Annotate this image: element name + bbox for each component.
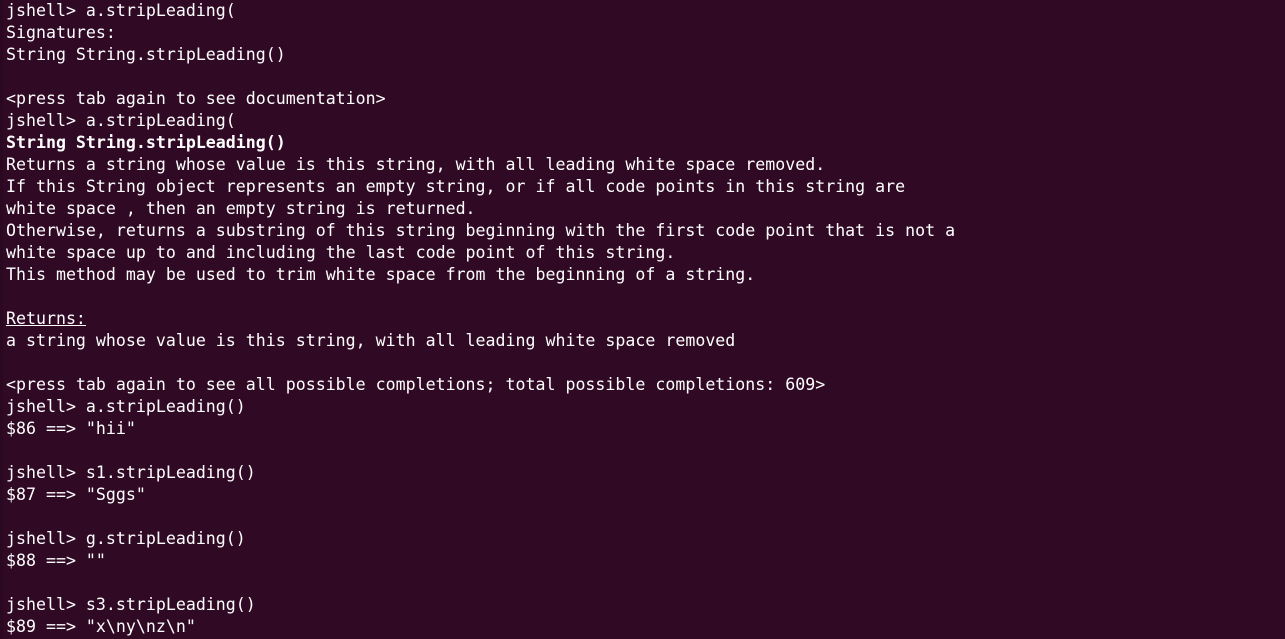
terminal-line-text: jshell> s3.stripLeading() xyxy=(6,595,256,614)
terminal-line: String String.stripLeading() xyxy=(6,132,1285,154)
terminal-line: Otherwise, returns a substring of this s… xyxy=(6,220,1285,242)
terminal-line: jshell> a.stripLeading( xyxy=(6,110,1285,132)
terminal-line: <press tab again to see documentation> xyxy=(6,88,1285,110)
terminal-line: jshell> a.stripLeading( xyxy=(6,0,1285,22)
terminal-line-text: jshell> a.stripLeading( xyxy=(6,1,236,20)
terminal-line-text: String String.stripLeading() xyxy=(6,133,286,152)
terminal-line: $88 ==> "" xyxy=(6,550,1285,572)
terminal-line: white space up to and including the last… xyxy=(6,242,1285,264)
terminal-window[interactable]: jshell> a.stripLeading( Signatures: String… xyxy=(0,0,1285,639)
terminal-line-text: Signatures: xyxy=(6,23,116,42)
terminal-line-text: $88 ==> "" xyxy=(6,551,106,570)
terminal-line: If this String object represents an empt… xyxy=(6,176,1285,198)
terminal-line: Signatures: xyxy=(6,22,1285,44)
terminal-line: a string whose value is this string, wit… xyxy=(6,330,1285,352)
terminal-line-text: white space up to and including the last… xyxy=(6,243,676,262)
terminal-line: <press tab again to see all possible com… xyxy=(6,374,1285,396)
terminal-line-text: $89 ==> "x\ny\nz\n" xyxy=(6,617,196,636)
terminal-line: jshell> s3.stripLeading() xyxy=(6,594,1285,616)
terminal-line: $89 ==> "x\ny\nz\n" xyxy=(6,616,1285,638)
terminal-line: Returns a string whose value is this str… xyxy=(6,154,1285,176)
terminal-line: white space , then an empty string is re… xyxy=(6,198,1285,220)
terminal-line-text: <press tab again to see all possible com… xyxy=(6,375,826,394)
terminal-line: Returns: xyxy=(6,308,1285,330)
terminal-line-text: white space , then an empty string is re… xyxy=(6,199,476,218)
terminal-line-text: jshell> g.stripLeading() xyxy=(6,529,246,548)
terminal-line: jshell> g.stripLeading() xyxy=(6,528,1285,550)
terminal-line-text: Returns a string whose value is this str… xyxy=(6,155,826,174)
terminal-line-text: String String.stripLeading() xyxy=(6,45,286,64)
terminal-line-text: $86 ==> "hii" xyxy=(6,419,136,438)
terminal-line-text: This method may be used to trim white sp… xyxy=(6,265,756,284)
terminal-line-text: jshell> a.stripLeading() xyxy=(6,397,246,416)
terminal-line: jshell> a.stripLeading() xyxy=(6,396,1285,418)
terminal-line-text: Otherwise, returns a substring of this s… xyxy=(6,221,956,240)
terminal-line: jshell> s1.stripLeading() xyxy=(6,462,1285,484)
terminal-line: String String.stripLeading() xyxy=(6,44,1285,66)
terminal-line: $86 ==> "hii" xyxy=(6,418,1285,440)
terminal-line: This method may be used to trim white sp… xyxy=(6,264,1285,286)
terminal-line-text: <press tab again to see documentation> xyxy=(6,89,386,108)
terminal-line-text: If this String object represents an empt… xyxy=(6,177,906,196)
terminal-line: $87 ==> "Sggs" xyxy=(6,484,1285,506)
terminal-line-text: Returns: xyxy=(6,309,86,328)
terminal-line-text: a string whose value is this string, wit… xyxy=(6,331,736,350)
terminal-line-text: $87 ==> "Sggs" xyxy=(6,485,146,504)
terminal-line-text: jshell> a.stripLeading( xyxy=(6,111,236,130)
terminal-output: jshell> a.stripLeading( Signatures: String… xyxy=(6,0,1285,638)
terminal-left-edge xyxy=(0,0,3,639)
terminal-line-text: jshell> s1.stripLeading() xyxy=(6,463,256,482)
